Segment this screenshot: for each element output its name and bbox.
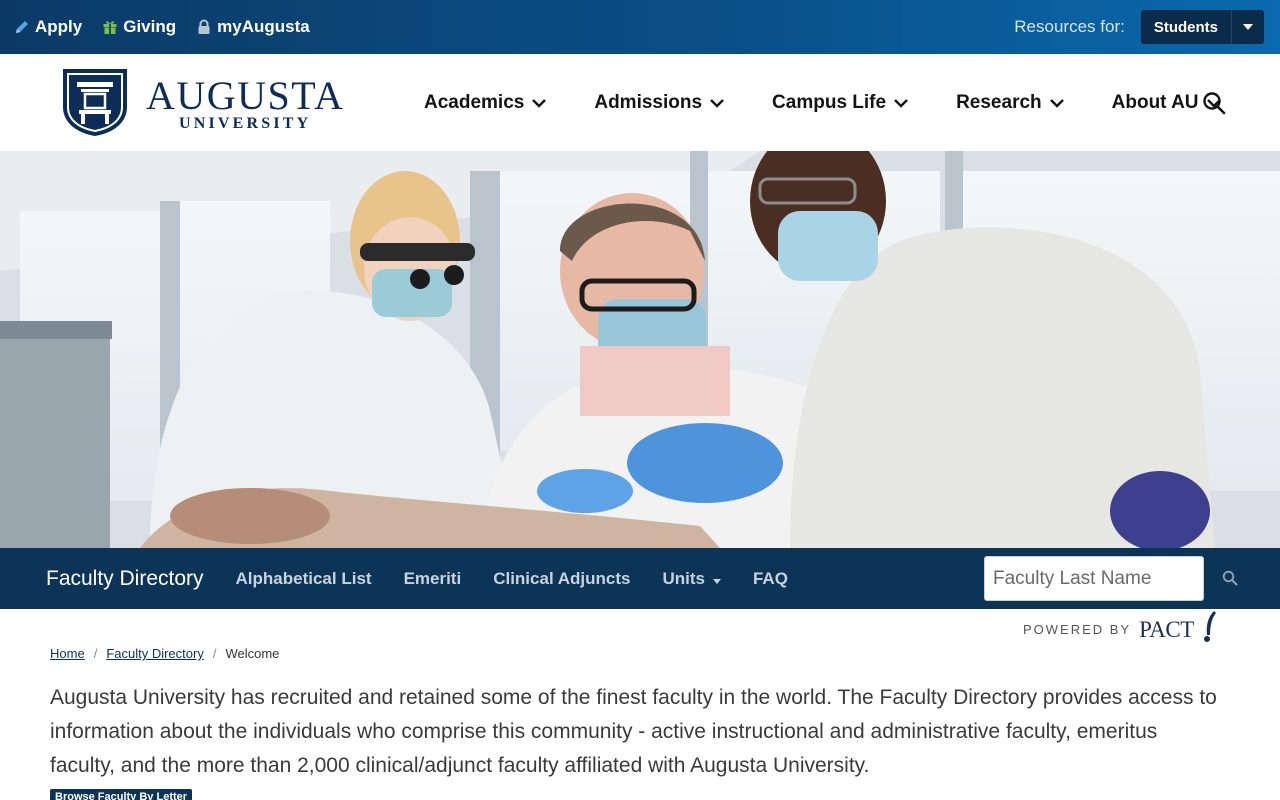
intro-paragraph: Augusta University has recruited and ret… [50, 686, 1217, 777]
augusta-university-logo[interactable]: AUGUSTA UNIVERSITY [60, 66, 344, 143]
powered-by[interactable]: POWERED BY PACT [1023, 611, 1216, 648]
faculty-directory-title[interactable]: Faculty Directory [46, 567, 204, 591]
nav-campus-life-label: Campus Life [772, 91, 887, 113]
breadcrumb-faculty-directory[interactable]: Faculty Directory [106, 646, 204, 661]
apply-link[interactable]: Apply [14, 17, 82, 37]
logo-wordmark: AUGUSTA UNIVERSITY [146, 72, 345, 133]
faculty-directory-nav: Faculty Directory Alphabetical List Emer… [0, 548, 1280, 609]
nav-academics-label: Academics [424, 91, 525, 113]
apply-label: Apply [35, 17, 83, 36]
faculty-search-button[interactable] [1222, 570, 1238, 591]
pact-logo: PACT [1139, 616, 1194, 642]
emeriti-link[interactable]: Emeriti [404, 569, 462, 589]
nav-about-au-label: About AU [1111, 91, 1199, 113]
clinical-adjuncts-link[interactable]: Clinical Adjuncts [493, 569, 630, 589]
lock-icon [196, 19, 212, 35]
chevron-down-icon [710, 92, 724, 114]
browse-by-letter-heading: Browse Faculty By Letter [50, 789, 193, 800]
nav-academics[interactable]: Academics [424, 91, 547, 114]
nav-research-label: Research [956, 91, 1042, 113]
resources-selected[interactable]: Students [1140, 10, 1232, 44]
units-label: Units [662, 568, 705, 588]
nav-research[interactable]: Research [956, 92, 1064, 114]
giving-link[interactable]: Giving [102, 17, 176, 37]
search-icon [1202, 92, 1226, 119]
site-search-button[interactable] [1202, 91, 1226, 120]
gift-icon [102, 19, 118, 35]
myaugusta-label: myAugusta [217, 17, 310, 36]
main-header: AUGUSTA UNIVERSITY Academics Admissions … [0, 54, 1280, 151]
utility-links: Apply Giving myAugusta [14, 17, 310, 37]
breadcrumb: Home / Faculty Directory / Welcome [50, 646, 279, 661]
breadcrumb-current: Welcome [225, 646, 280, 661]
nav-admissions-label: Admissions [594, 91, 703, 113]
hero-image [0, 151, 1280, 548]
resources-dropdown[interactable]: Students [1140, 10, 1264, 44]
giving-label: Giving [123, 17, 177, 36]
nav-admissions[interactable]: Admissions [594, 92, 724, 114]
resources-label: Resources for: [1014, 17, 1125, 36]
caret-down-icon[interactable] [1232, 10, 1264, 44]
resources-for: Resources for: Students [1014, 10, 1264, 44]
utility-bar: Apply Giving myAugusta Resources for: St… [0, 0, 1280, 54]
faq-link[interactable]: FAQ [753, 569, 788, 589]
chevron-down-icon [894, 92, 908, 114]
myaugusta-link[interactable]: myAugusta [196, 17, 310, 37]
chevron-down-icon [532, 92, 547, 114]
faculty-last-name-input[interactable] [984, 556, 1204, 601]
units-dropdown[interactable]: Units [662, 569, 721, 589]
logo-sub: UNIVERSITY [178, 114, 312, 132]
shield-logo-icon [60, 66, 130, 143]
quill-icon [1202, 611, 1216, 648]
powered-by-label: POWERED BY [1023, 622, 1132, 637]
search-icon [1222, 570, 1238, 590]
pencil-icon [14, 19, 30, 35]
logo-word: AUGUSTA [146, 72, 345, 118]
breadcrumb-separator: / [212, 646, 217, 661]
breadcrumb-separator: / [93, 646, 98, 661]
breadcrumb-home[interactable]: Home [50, 646, 85, 661]
nav-campus-life[interactable]: Campus Life [772, 92, 908, 114]
caret-down-icon [712, 569, 721, 589]
hero-photo [0, 151, 1280, 548]
main-nav: Academics Admissions Campus Life Researc… [424, 54, 1221, 151]
alphabetical-list-link[interactable]: Alphabetical List [236, 569, 372, 589]
chevron-down-icon [1049, 92, 1064, 114]
